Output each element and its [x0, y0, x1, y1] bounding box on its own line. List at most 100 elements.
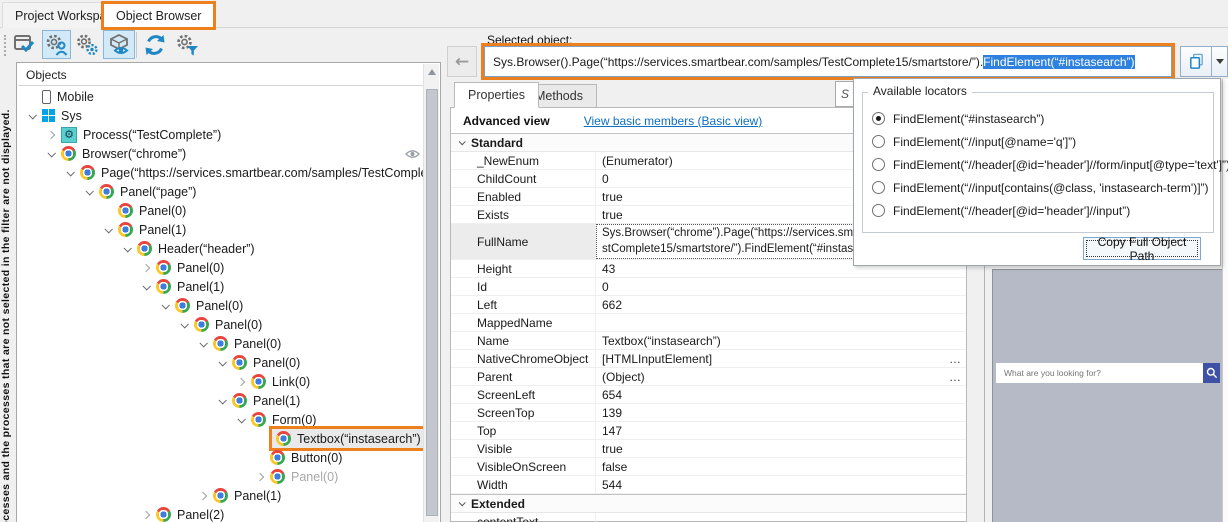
user-gear-icon[interactable]	[42, 30, 71, 59]
collapse-chevron-icon[interactable]	[161, 301, 169, 309]
selected-object-path-input[interactable]: Sys.Browser().Page(“https://services.sma…	[484, 46, 1172, 77]
property-row-id[interactable]: Id0	[451, 278, 966, 296]
collapse-chevron-icon[interactable]	[66, 168, 74, 176]
scrollbar-thumb[interactable]	[426, 89, 438, 516]
collapse-chevron-icon[interactable]	[85, 187, 93, 195]
collapse-chevron-icon[interactable]	[218, 396, 226, 404]
tree-node-panel-0[interactable]: Panel(0)	[18, 334, 423, 353]
ellipsis-button[interactable]: …	[944, 368, 966, 385]
gears-icon[interactable]	[72, 30, 101, 59]
right-scroll-strip[interactable]	[1222, 79, 1228, 522]
radio-icon[interactable]	[872, 204, 885, 217]
objects-panel-title: Objects	[18, 64, 439, 86]
property-row-visibleonscreen[interactable]: VisibleOnScreenfalse	[451, 458, 966, 476]
tree-node-button-0[interactable]: Button(0)	[18, 448, 423, 467]
page-preview-pane	[992, 269, 1222, 522]
tab-object-browser[interactable]: Object Browser	[101, 1, 216, 30]
property-row-visible[interactable]: Visibletrue	[451, 440, 966, 458]
radio-icon[interactable]	[872, 135, 885, 148]
collapse-chevron-icon[interactable]	[218, 358, 226, 366]
tree-node-panel-2[interactable]: Panel(2)	[18, 505, 423, 522]
scroll-up-icon[interactable]	[428, 69, 436, 75]
collapse-chevron-icon[interactable]	[123, 244, 131, 252]
property-row-left[interactable]: Left662	[451, 296, 966, 314]
tree-node-panel-0[interactable]: Panel(0)	[18, 296, 423, 315]
locator-option-5[interactable]: FindElement(“//header[@id='header']//inp…	[872, 199, 1212, 222]
tree-node-panel-0[interactable]: Panel(0)	[18, 467, 423, 486]
basic-view-link[interactable]: View basic members (Basic view)	[584, 114, 763, 128]
eye-icon[interactable]	[405, 148, 420, 162]
property-row-top[interactable]: Top147	[451, 422, 966, 440]
copy-full-object-path-button[interactable]: Copy Full Object Path	[1083, 237, 1201, 260]
tree-node-sys[interactable]: Sys	[18, 106, 423, 125]
collapse-chevron-icon[interactable]	[142, 282, 150, 290]
ellipsis-button[interactable]: …	[944, 350, 966, 367]
property-row-width[interactable]: Width544	[451, 476, 966, 494]
tree-node-browser-chrome[interactable]: Browser(“chrome”)	[18, 144, 423, 163]
property-row-mappedname[interactable]: MappedName	[451, 314, 966, 332]
expand-chevron-icon[interactable]	[255, 472, 263, 480]
collapse-chevron-icon[interactable]	[180, 320, 188, 328]
gear-filter-icon[interactable]	[171, 30, 202, 59]
radio-selected-icon[interactable]	[872, 112, 885, 125]
collapse-chevron-icon[interactable]	[237, 415, 245, 423]
property-row-name[interactable]: NameTextbox(“instasearch”)	[451, 332, 966, 350]
collapse-chevron-icon[interactable]	[199, 339, 207, 347]
collapse-chevron-icon[interactable]	[47, 149, 55, 157]
property-name: ScreenLeft	[451, 386, 596, 403]
radio-icon[interactable]	[872, 158, 885, 171]
tree-node-panel-0[interactable]: Panel(0)	[18, 315, 423, 334]
locator-option-1[interactable]: FindElement(“#instasearch”)	[872, 107, 1212, 130]
tree-node-panel-0[interactable]: Panel(0)	[18, 258, 423, 277]
property-row-screenleft[interactable]: ScreenLeft654	[451, 386, 966, 404]
panel-check-icon[interactable]	[10, 30, 39, 59]
locator-option-3[interactable]: FindElement(“//header[@id='header']//for…	[872, 153, 1212, 176]
back-arrow-button[interactable]: ←	[447, 46, 477, 77]
tree-node-panel-1[interactable]: Panel(1)	[18, 391, 423, 410]
tab-properties[interactable]: Properties	[454, 82, 539, 108]
tree-node-page-https-services-smartbear-com-sample[interactable]: Page(“https://services.smartbear.com/sam…	[18, 163, 423, 182]
expand-chevron-icon[interactable]	[236, 377, 244, 385]
expand-chevron-icon[interactable]	[198, 491, 206, 499]
tree-node-panel-1[interactable]: Panel(1)	[18, 277, 423, 296]
chevron-slot	[79, 189, 98, 195]
copy-dropdown-button[interactable]	[1212, 46, 1228, 77]
tree-node-link-0[interactable]: Link(0)	[18, 372, 423, 391]
radio-icon[interactable]	[872, 181, 885, 194]
collapse-chevron-icon[interactable]	[28, 111, 36, 119]
collapse-chevron-icon[interactable]	[459, 499, 466, 506]
expand-chevron-icon[interactable]	[46, 130, 54, 138]
cube-eye-icon[interactable]	[103, 30, 135, 59]
expand-chevron-icon[interactable]	[141, 510, 149, 518]
tree-node-panel-0[interactable]: Panel(0)	[18, 353, 423, 372]
refresh-icon[interactable]	[140, 30, 169, 59]
locator-option-2[interactable]: FindElement(“//input[@name='q']”)	[872, 130, 1212, 153]
section-header-extended[interactable]: Extended	[451, 494, 966, 513]
collapse-chevron-icon[interactable]	[104, 225, 112, 233]
tree-scrollbar[interactable]	[423, 64, 439, 522]
property-row-contenttext[interactable]: contentText	[451, 513, 966, 522]
copy-path-button[interactable]	[1180, 46, 1212, 77]
property-row-screentop[interactable]: ScreenTop139	[451, 404, 966, 422]
tree-node-panel-1[interactable]: Panel(1)	[18, 486, 423, 505]
expand-chevron-icon[interactable]	[141, 263, 149, 271]
collapse-chevron-icon[interactable]	[459, 138, 466, 145]
preview-search-button[interactable]	[1203, 363, 1220, 383]
tree-node-panel-1[interactable]: Panel(1)	[18, 220, 423, 239]
chrome-icon	[156, 260, 171, 275]
tree-node-label: Header(“header”)	[158, 242, 255, 256]
property-row-parent[interactable]: Parent(Object)…	[451, 368, 966, 386]
property-name: VisibleOnScreen	[451, 458, 596, 475]
tree-node-panel-page[interactable]: Panel(“page”)	[18, 182, 423, 201]
property-row-nativechromeobject[interactable]: NativeChromeObject[HTMLInputElement]…	[451, 350, 966, 368]
preview-search-input[interactable]	[996, 363, 1203, 383]
locator-option-4[interactable]: FindElement(“//input[contains(@class, 'i…	[872, 176, 1212, 199]
locator-option-label: FindElement(“//input[@name='q']”)	[893, 135, 1076, 149]
tree-node-header-header[interactable]: Header(“header”)	[18, 239, 423, 258]
tree-node-label: Mobile	[57, 90, 94, 104]
tree-node-panel-0[interactable]: Panel(0)	[18, 201, 423, 220]
tree-node-textbox-instasearch[interactable]: Textbox(“instasearch”)	[18, 429, 423, 448]
tree-node-mobile[interactable]: Mobile	[18, 87, 423, 106]
tree-node-process-testcomplete[interactable]: ⚙Process(“TestComplete”)	[18, 125, 423, 144]
toolbar-grip[interactable]	[4, 35, 6, 56]
